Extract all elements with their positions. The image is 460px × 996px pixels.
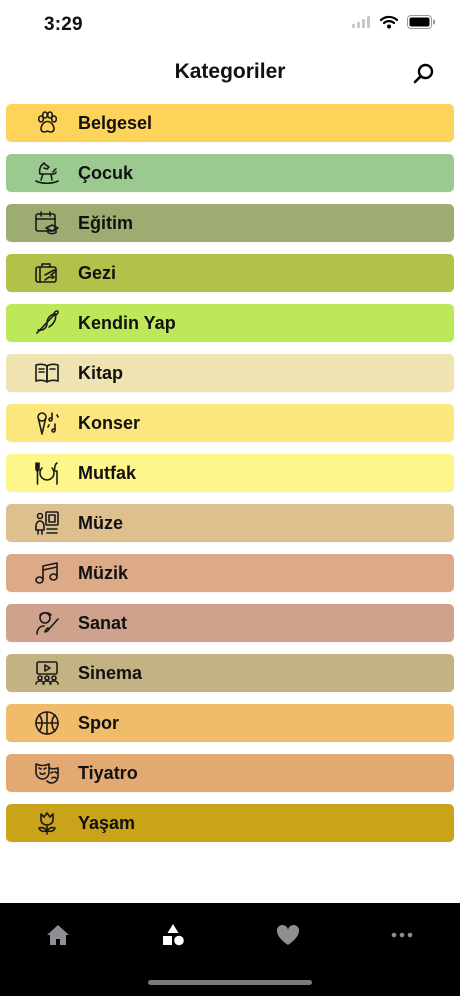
category-label: Müzik — [78, 562, 129, 583]
microphone-music-icon — [32, 408, 62, 438]
category-item-sinema[interactable]: Sinema — [6, 654, 454, 692]
category-label: Spor — [78, 712, 120, 733]
navigation-header: Kategoriler — [0, 52, 460, 96]
search-button[interactable] — [412, 62, 436, 86]
category-label: Tiyatro — [78, 762, 138, 783]
category-item-konser[interactable]: Konser — [6, 404, 454, 442]
luggage-plane-icon — [32, 258, 62, 288]
category-item-belgesel[interactable]: Belgesel — [6, 104, 454, 142]
category-item-kitap[interactable]: Kitap — [6, 354, 454, 392]
theater-mask-icon — [32, 758, 62, 788]
category-item-mutfak[interactable]: Mutfak — [6, 454, 454, 492]
search-icon — [413, 63, 434, 84]
category-label: Müze — [78, 512, 123, 533]
shapes-icon — [163, 924, 184, 946]
tab-more[interactable] — [386, 919, 418, 951]
category-item-cocuk[interactable]: Çocuk — [6, 154, 454, 192]
category-list: Belgesel Çocuk Eğitim Gezi Kendin Yap Ki… — [6, 104, 454, 854]
rocking-horse-icon — [32, 158, 62, 188]
battery-icon — [407, 15, 435, 29]
category-label: Sanat — [78, 612, 128, 633]
category-item-egitim[interactable]: Eğitim — [6, 204, 454, 242]
tab-favorites[interactable] — [272, 919, 304, 951]
category-label: Mutfak — [78, 462, 136, 483]
category-label: Gezi — [78, 262, 117, 283]
home-icon — [47, 925, 69, 945]
wifi-icon — [380, 15, 398, 29]
paw-icon — [32, 108, 62, 138]
category-label: Yaşam — [78, 812, 136, 833]
category-label: Kitap — [78, 362, 123, 383]
needle-thread-icon — [32, 308, 62, 338]
category-item-tiyatro[interactable]: Tiyatro — [6, 754, 454, 792]
status-bar: 3:29 — [0, 0, 460, 50]
category-item-muze[interactable]: Müze — [6, 504, 454, 542]
category-label: Eğitim — [78, 212, 134, 233]
cinema-audience-icon — [32, 658, 62, 688]
category-item-gezi[interactable]: Gezi — [6, 254, 454, 292]
tab-home[interactable] — [42, 919, 74, 951]
home-indicator — [148, 980, 312, 985]
category-item-yasam[interactable]: Yaşam — [6, 804, 454, 842]
open-book-icon — [32, 358, 62, 388]
category-label: Belgesel — [78, 112, 153, 133]
tab-categories[interactable] — [157, 919, 189, 951]
museum-visitor-icon — [32, 508, 62, 538]
category-item-kendin-yap[interactable]: Kendin Yap — [6, 304, 454, 342]
category-label: Sinema — [78, 662, 143, 683]
category-item-muzik[interactable]: Müzik — [6, 554, 454, 592]
music-note-icon — [32, 558, 62, 588]
category-label: Konser — [78, 412, 141, 433]
status-icons — [352, 15, 436, 29]
category-item-spor[interactable]: Spor — [6, 704, 454, 742]
plate-cutlery-icon — [32, 458, 62, 488]
more-icon — [391, 932, 413, 938]
status-time: 3:29 — [44, 14, 83, 35]
heart-icon — [276, 924, 300, 945]
signal-icon — [352, 16, 370, 28]
calendar-graduation-icon — [32, 208, 62, 238]
page-title: Kategoriler — [174, 60, 286, 83]
artist-brush-icon — [32, 608, 62, 638]
category-label: Kendin Yap — [78, 312, 176, 333]
basketball-icon — [32, 708, 62, 738]
category-item-sanat[interactable]: Sanat — [6, 604, 454, 642]
tulip-icon — [32, 808, 62, 838]
category-label: Çocuk — [78, 162, 134, 183]
